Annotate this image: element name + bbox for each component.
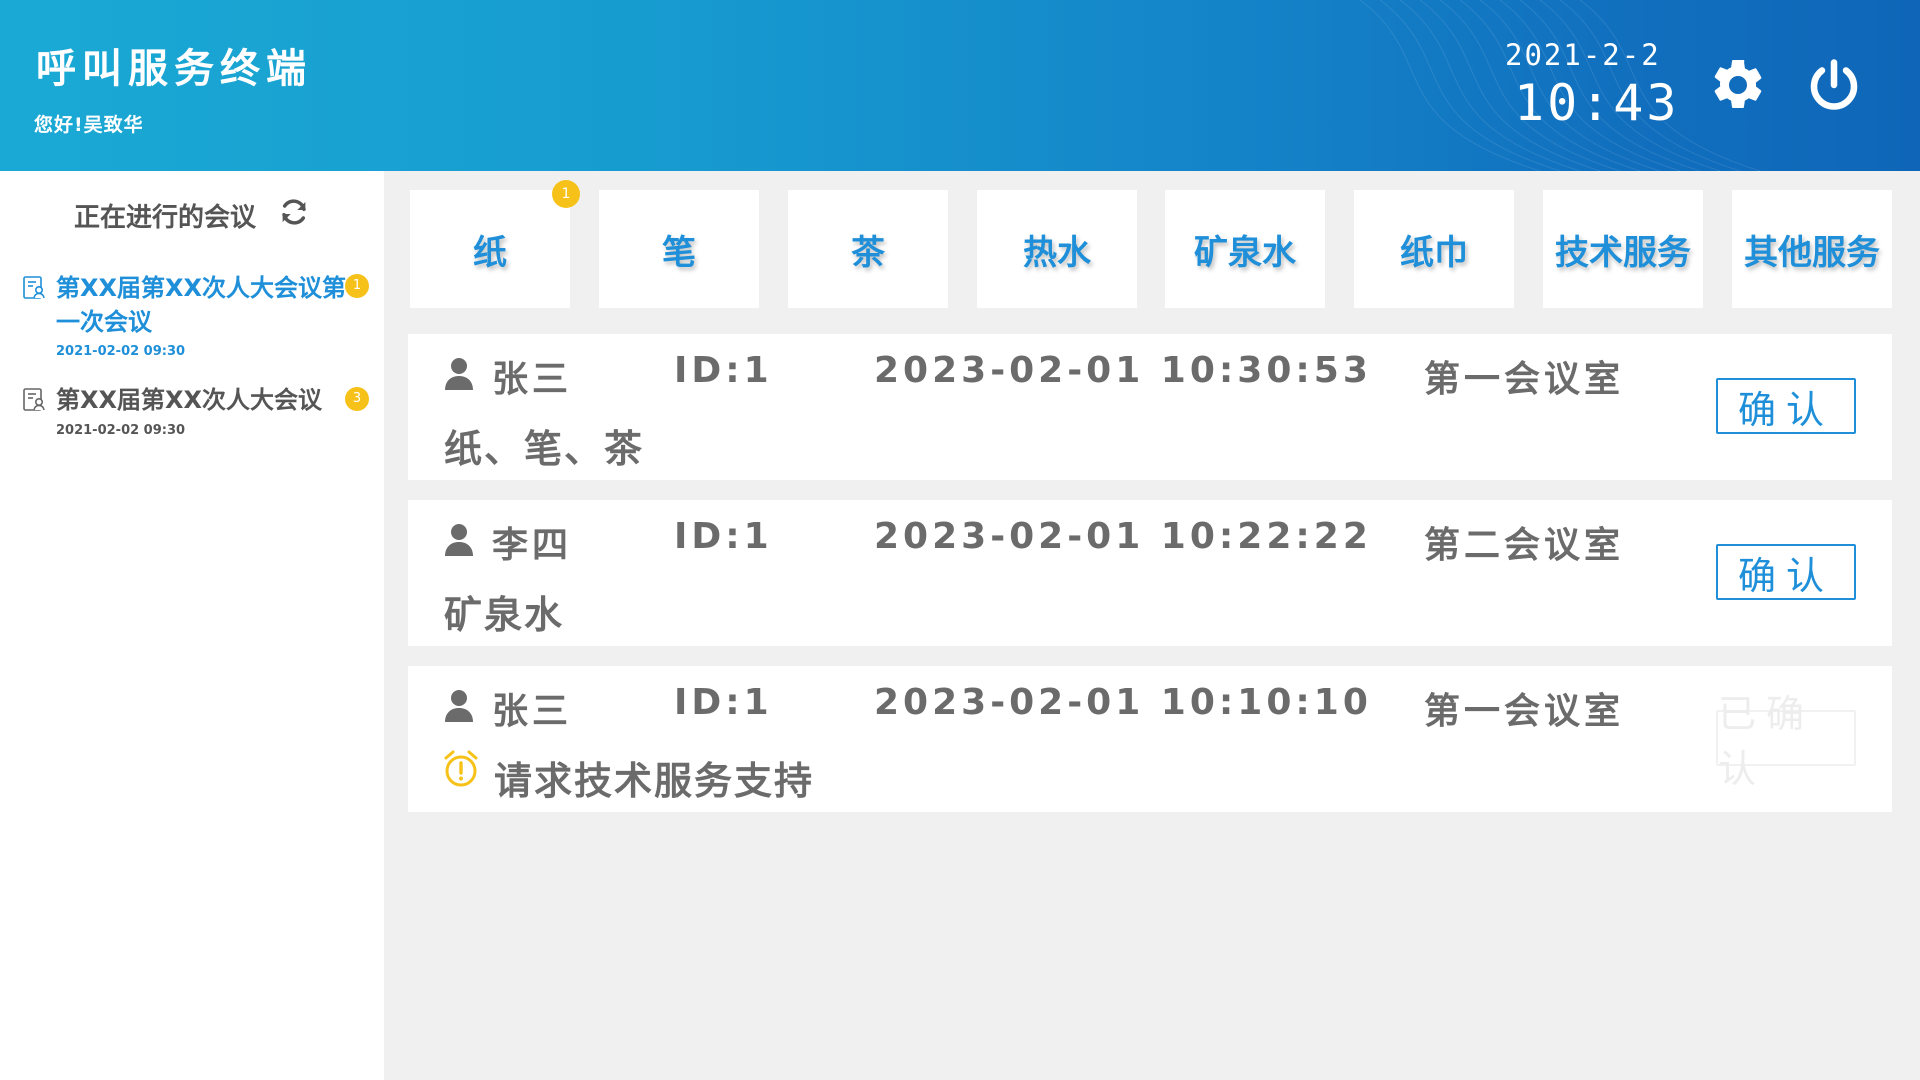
- request-timestamp: 2023-02-01 10:10:10: [874, 682, 1372, 723]
- meeting-sidebar: 正在进行的会议 第XX届第XX次人大会议第一次会议 2021-02-02 09:…: [0, 171, 384, 1080]
- requester-name: 张三: [492, 691, 573, 732]
- requested-items: 纸、笔、茶: [444, 427, 645, 471]
- power-icon[interactable]: [1804, 55, 1864, 115]
- person-icon: [445, 524, 473, 556]
- requester-name: 李四: [492, 525, 573, 566]
- requester-id: ID:1: [674, 350, 773, 391]
- meeting-time: 2021-02-02 09:30: [56, 344, 186, 359]
- service-button-tea[interactable]: 茶: [788, 190, 948, 308]
- request-timestamp: 2023-02-01 10:22:22: [874, 516, 1372, 557]
- requester-id: ID:1: [674, 516, 773, 557]
- meeting-time: 2021-02-02 09:30: [56, 423, 186, 438]
- request-timestamp: 2023-02-01 10:30:53: [874, 350, 1372, 391]
- service-button-mineral-water[interactable]: 矿泉水: [1165, 190, 1325, 308]
- requested-items: 请求技术服务支持: [494, 759, 815, 803]
- meeting-item-2[interactable]: 第XX届第XX次人大会议 2021-02-02 09:30 3: [22, 383, 372, 453]
- meeting-room: 第一会议室: [1424, 691, 1625, 732]
- service-button-hot-water[interactable]: 热水: [977, 190, 1137, 308]
- confirm-button[interactable]: 确认: [1716, 544, 1856, 600]
- meeting-count-badge: 3: [345, 387, 369, 411]
- meeting-item-1[interactable]: 第XX届第XX次人大会议第一次会议 2021-02-02 09:30 1: [22, 271, 372, 366]
- meeting-title: 第XX届第XX次人大会议第一次会议: [56, 274, 347, 336]
- refresh-icon[interactable]: [278, 196, 310, 228]
- meeting-room: 第一会议室: [1424, 359, 1625, 400]
- user-greeting: 您好!吴致华: [34, 114, 144, 136]
- confirmed-status-button: 已确认: [1716, 692, 1856, 791]
- requester-name: 张三: [492, 359, 573, 400]
- meeting-room: 第二会议室: [1424, 525, 1625, 566]
- service-button-pen[interactable]: 笔: [599, 190, 759, 308]
- document-icon: [23, 276, 45, 299]
- requester-id: ID:1: [674, 682, 773, 723]
- header-bar: 呼叫服务终端 您好!吴致华 2021-2-2 10:43: [0, 0, 1920, 171]
- person-icon: [445, 358, 473, 390]
- meeting-count-badge: 1: [345, 274, 369, 298]
- service-count-badge: 1: [552, 180, 580, 208]
- sidebar-title: 正在进行的会议: [74, 203, 257, 233]
- request-card: 张三 ID:1 2023-02-01 10:30:53 第一会议室 纸、笔、茶 …: [408, 334, 1892, 480]
- service-button-other-service[interactable]: 其他服务: [1732, 190, 1892, 308]
- person-icon: [445, 690, 473, 722]
- current-time: 10:43: [1514, 74, 1680, 132]
- app-title: 呼叫服务终端: [36, 46, 312, 92]
- confirm-button[interactable]: 确认: [1716, 378, 1856, 434]
- document-icon: [23, 388, 45, 411]
- service-button-tech-service[interactable]: 技术服务: [1543, 190, 1703, 308]
- service-button-tissue[interactable]: 纸巾: [1354, 190, 1514, 308]
- current-date: 2021-2-2: [1505, 38, 1661, 72]
- service-button-paper[interactable]: 纸: [410, 190, 570, 308]
- request-card: 李四 ID:1 2023-02-01 10:22:22 第二会议室 矿泉水 确认: [408, 500, 1892, 646]
- settings-gear-icon[interactable]: [1708, 55, 1768, 115]
- request-card: 张三 ID:1 2023-02-01 10:10:10 第一会议室 请求技术服务…: [408, 666, 1892, 812]
- alarm-clock-icon: [444, 750, 478, 787]
- requested-items: 矿泉水: [444, 593, 565, 637]
- meeting-title: 第XX届第XX次人大会议: [56, 386, 323, 414]
